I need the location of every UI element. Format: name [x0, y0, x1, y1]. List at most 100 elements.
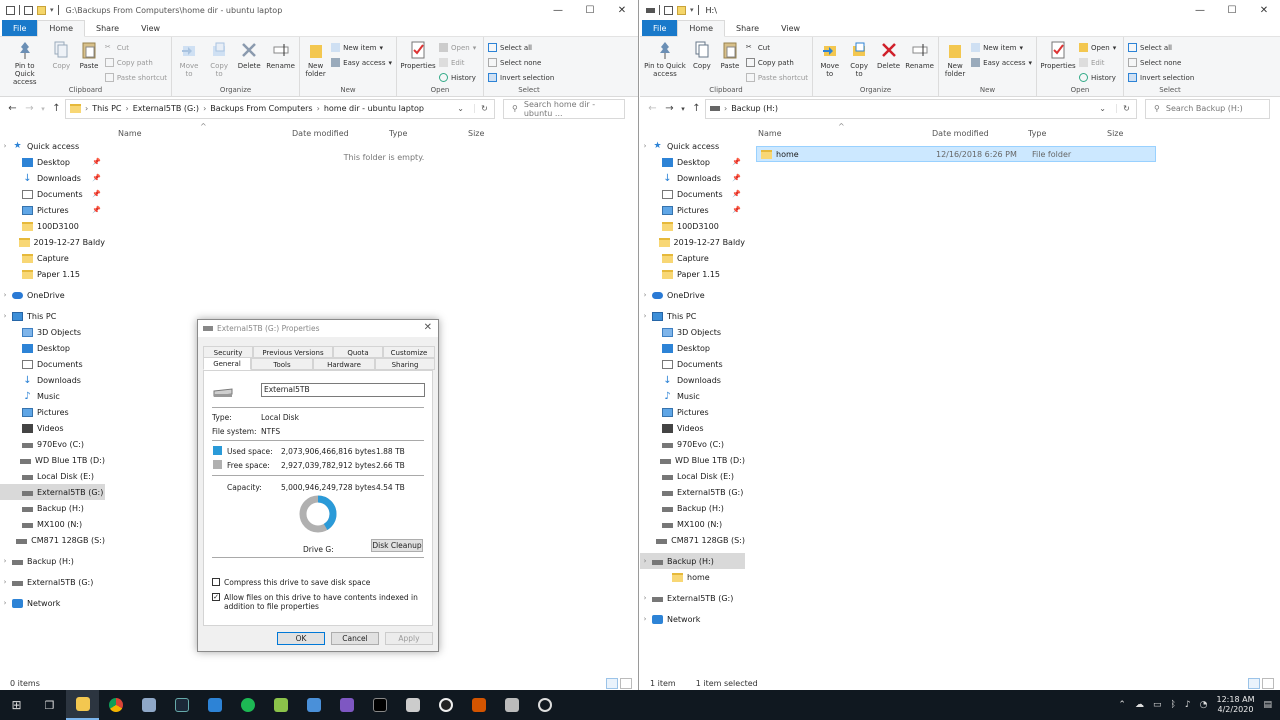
copy-path-button[interactable]: Copy path	[745, 56, 808, 69]
nav-item[interactable]: › OneDrive	[640, 287, 745, 303]
tab-home[interactable]: Home	[37, 20, 86, 37]
column-name[interactable]: Name	[118, 129, 142, 138]
refresh-icon[interactable]: ↻	[1116, 104, 1136, 113]
taskbar-terminal[interactable]	[363, 690, 396, 720]
expand-chevron-icon[interactable]: ›	[640, 615, 650, 623]
tab-quota[interactable]: Quota	[333, 346, 383, 358]
breadcrumb-current[interactable]: home dir - ubuntu laptop	[324, 104, 424, 113]
nav-item[interactable]: External5TB (G:)	[0, 484, 105, 500]
taskbar-app-5[interactable]	[396, 690, 429, 720]
up-button[interactable]: ↑	[48, 103, 65, 114]
nav-item[interactable]: WD Blue 1TB (D:)	[640, 452, 745, 468]
copy-path-button[interactable]: Copy path	[104, 56, 167, 69]
clock[interactable]: 12:18 AM 4/2/2020	[1217, 695, 1255, 715]
expand-chevron-icon[interactable]: ›	[0, 291, 10, 299]
tab-sharing[interactable]: Sharing	[375, 358, 435, 370]
nav-item[interactable]: ↓ Downloads	[640, 372, 745, 388]
history-button[interactable]: History	[439, 71, 476, 84]
tab-share[interactable]: Share	[85, 20, 130, 36]
nav-item[interactable]: Backup (H:)	[0, 500, 105, 516]
expand-chevron-icon[interactable]: ›	[0, 557, 10, 565]
nav-item[interactable]: Local Disk (E:)	[640, 468, 745, 484]
maximize-button[interactable]: ☐	[1216, 0, 1248, 20]
task-view-button[interactable]: ❐	[33, 690, 66, 720]
nav-item[interactable]: ↓ Downloads 📌	[640, 170, 745, 186]
nav-item[interactable]: Desktop	[640, 340, 745, 356]
invert-selection-button[interactable]: Invert selection	[488, 71, 554, 84]
nav-item[interactable]: ↓ Downloads 📌	[0, 170, 105, 186]
nav-item[interactable]: Paper 1.15	[640, 266, 745, 282]
nav-item[interactable]: 970Evo (C:)	[640, 436, 745, 452]
title-bar[interactable]: ▾ H:\ — ☐ ✕	[640, 0, 1280, 20]
nav-item[interactable]: Desktop 📌	[640, 154, 745, 170]
search-box[interactable]: ⚲ Search Backup (H:)	[1145, 98, 1270, 119]
pin-icon[interactable]: 📌	[92, 206, 101, 214]
expand-chevron-icon[interactable]: ›	[640, 594, 650, 602]
expand-chevron-icon[interactable]: ›	[0, 578, 10, 586]
tab-customize[interactable]: Customize	[383, 346, 435, 358]
qat-dropdown-icon[interactable]: ▾	[50, 6, 54, 14]
nav-item[interactable]: MX100 (N:)	[640, 516, 745, 532]
easy-access-button[interactable]: Easy access ▾	[331, 56, 392, 69]
disk-cleanup-button[interactable]: Disk Cleanup	[371, 539, 423, 552]
back-button[interactable]: ←	[644, 103, 661, 114]
nav-item[interactable]: › Network	[640, 611, 745, 627]
recent-locations-icon[interactable]: ▾	[38, 105, 48, 113]
minimize-button[interactable]: —	[1184, 0, 1216, 20]
details-view-icon[interactable]	[1248, 678, 1260, 689]
refresh-icon[interactable]: ↻	[474, 104, 494, 113]
qat-dropdown-icon[interactable]: ▾	[690, 6, 694, 14]
tab-share[interactable]: Share	[725, 20, 770, 36]
cloud-icon[interactable]: ☁	[1135, 700, 1144, 710]
taskbar-app-1[interactable]	[132, 690, 165, 720]
nav-item[interactable]: 970Evo (C:)	[0, 436, 105, 452]
column-size[interactable]: Size	[1107, 129, 1123, 138]
paste-shortcut-button[interactable]: Paste shortcut	[745, 71, 808, 84]
nav-item[interactable]: Local Disk (E:)	[0, 468, 105, 484]
tab-file[interactable]: File	[642, 20, 678, 36]
expand-chevron-icon[interactable]: ›	[0, 599, 10, 607]
nav-item[interactable]: Desktop	[0, 340, 105, 356]
title-bar[interactable]: ▾ G:\Backups From Computers\home dir - u…	[0, 0, 638, 20]
forward-button[interactable]: →	[21, 103, 38, 114]
nav-item[interactable]: Pictures	[0, 404, 105, 420]
up-button[interactable]: ↑	[688, 103, 705, 114]
properties-qat-icon[interactable]	[24, 5, 33, 15]
nav-item[interactable]: › This PC	[0, 308, 105, 324]
tab-view[interactable]: View	[130, 20, 171, 36]
taskbar-app-8[interactable]	[495, 690, 528, 720]
nav-item[interactable]: › External5TB (G:)	[640, 590, 745, 606]
file-row[interactable]: home 12/16/2018 6:26 PM File folder	[756, 146, 1156, 162]
select-all-button[interactable]: Select all	[1128, 41, 1194, 54]
nav-item[interactable]: › Network	[0, 595, 105, 611]
nav-item[interactable]: › External5TB (G:)	[0, 574, 105, 590]
nav-item[interactable]: home	[640, 569, 745, 585]
nav-item[interactable]: 2019-12-27 Baldy	[0, 234, 105, 250]
index-checkbox[interactable]: ✓	[212, 593, 220, 601]
select-none-button[interactable]: Select none	[488, 56, 554, 69]
pin-icon[interactable]: 📌	[732, 174, 741, 182]
new-folder-qat-icon[interactable]	[37, 5, 46, 15]
select-none-button[interactable]: Select none	[1128, 56, 1194, 69]
breadcrumb-drive[interactable]: External5TB (G:)	[133, 104, 199, 113]
expand-chevron-icon[interactable]: ›	[640, 312, 650, 320]
paste-shortcut-button[interactable]: Paste shortcut	[104, 71, 167, 84]
edit-button[interactable]: Edit	[1079, 56, 1116, 69]
expand-chevron-icon[interactable]: ›	[0, 312, 10, 320]
address-bar[interactable]: › This PC › External5TB (G:) › Backups F…	[65, 98, 495, 119]
nav-item[interactable]: › Backup (H:)	[640, 553, 745, 569]
expand-chevron-icon[interactable]: ›	[640, 557, 650, 565]
nav-item[interactable]: 2019-12-27 Baldy	[640, 234, 745, 250]
network-icon[interactable]: ▭	[1153, 700, 1162, 710]
taskbar-app-9[interactable]	[528, 690, 561, 720]
nav-item[interactable]: ♪ Music	[640, 388, 745, 404]
nav-item[interactable]: Pictures	[640, 404, 745, 420]
easy-access-button[interactable]: Easy access ▾	[971, 56, 1032, 69]
taskbar-app-7[interactable]	[462, 690, 495, 720]
nav-item[interactable]: Pictures 📌	[640, 202, 745, 218]
pin-icon[interactable]: 📌	[732, 158, 741, 166]
open-button[interactable]: Open ▾	[1079, 41, 1116, 54]
maximize-button[interactable]: ☐	[574, 0, 606, 20]
cut-button[interactable]: ✂ Cut	[746, 41, 808, 54]
column-date-modified[interactable]: Date modified	[932, 129, 989, 138]
